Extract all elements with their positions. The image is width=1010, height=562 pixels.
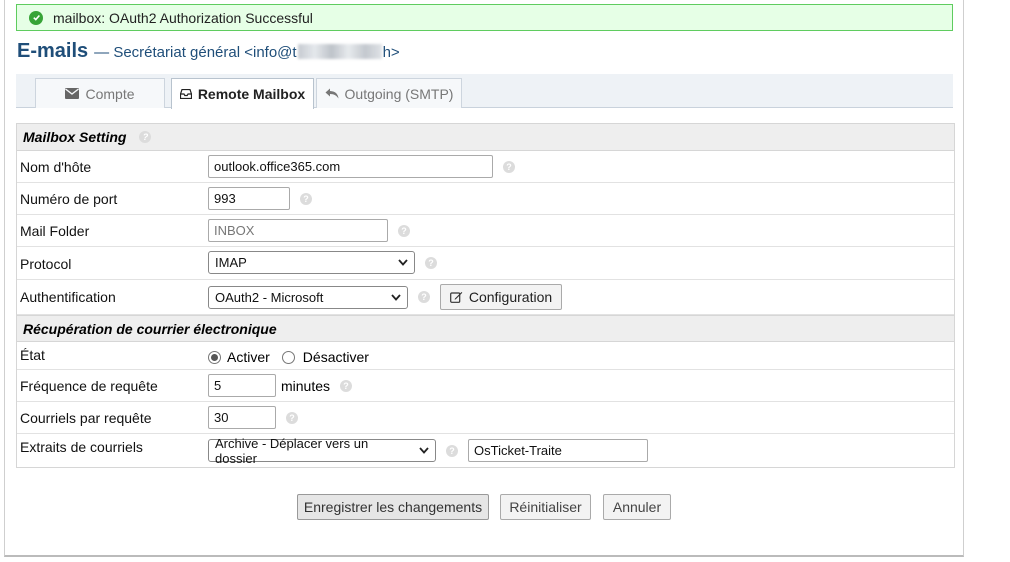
authentication-value: OAuth2 - Microsoft xyxy=(215,289,324,305)
cancel-button[interactable]: Annuler xyxy=(603,494,671,520)
tab-outgoing-smtp[interactable]: Outgoing (SMTP) xyxy=(316,78,462,108)
row-port: Numéro de port 993 ? xyxy=(17,183,954,215)
chevron-down-icon xyxy=(419,447,429,454)
help-icon[interactable]: ? xyxy=(286,411,298,424)
row-per-fetch: Courriels par requête 30 ? xyxy=(17,402,954,434)
section-fetch-title: Récupération de courrier électronique xyxy=(23,320,277,337)
edit-icon xyxy=(449,291,463,303)
help-icon[interactable]: ? xyxy=(300,192,312,205)
subtitle-prefix: — Secrétariat général <info@t xyxy=(94,44,297,61)
protocol-value: IMAP xyxy=(215,255,247,270)
protocol-select[interactable]: IMAP xyxy=(208,251,415,274)
check-circle-icon xyxy=(29,10,43,25)
section-mailbox-setting: Mailbox Setting ? xyxy=(17,124,954,151)
tab-remote-mailbox-label: Remote Mailbox xyxy=(197,86,306,102)
reply-icon xyxy=(325,88,339,99)
help-icon[interactable]: ? xyxy=(398,224,410,237)
help-icon[interactable]: ? xyxy=(340,379,353,392)
status-enable-label[interactable]: Activer xyxy=(227,349,270,365)
row-protocol: Protocol IMAP ? xyxy=(17,247,954,280)
row-authentication: Authentification OAuth2 - Microsoft ? Co… xyxy=(17,280,954,315)
frequency-input[interactable]: 5 xyxy=(208,374,276,397)
status-label: État xyxy=(20,347,45,363)
section-mailbox-title: Mailbox Setting xyxy=(23,129,127,145)
tab-outgoing-smtp-label: Outgoing (SMTP) xyxy=(344,85,454,102)
per-fetch-input[interactable]: 30 xyxy=(208,406,276,429)
status-enable-radio[interactable] xyxy=(208,350,221,364)
section-fetch: Récupération de courrier électronique xyxy=(17,315,954,342)
notice-text: mailbox: OAuth2 Authorization Successful xyxy=(53,9,313,26)
chevron-down-icon xyxy=(391,293,401,301)
row-hostname: Nom d'hôte outlook.office365.com ? xyxy=(17,151,954,183)
frequency-unit: minutes xyxy=(281,377,331,394)
frequency-label: Fréquence de requête xyxy=(20,378,158,394)
authentication-select[interactable]: OAuth2 - Microsoft xyxy=(208,285,408,309)
tab-remote-mailbox[interactable]: Remote Mailbox xyxy=(171,78,314,109)
page-title: E-mails — Secrétariat général <info@t h> xyxy=(17,40,400,66)
help-icon[interactable]: ? xyxy=(139,131,152,143)
redacted-email xyxy=(297,44,382,59)
subtitle-suffix: h> xyxy=(382,44,400,61)
tab-bar: Compte Remote Mailbox Outgoing (SMTP) xyxy=(16,74,953,109)
port-input[interactable]: 993 xyxy=(208,187,290,210)
protocol-label: Protocol xyxy=(20,256,72,272)
row-status: État Activer Désactiver xyxy=(17,342,954,370)
row-archive: Extraits de courriels Archive - Déplacer… xyxy=(17,434,954,467)
tab-compte-label: Compte xyxy=(85,85,135,102)
help-icon[interactable]: ? xyxy=(503,160,515,173)
configuration-button-label: Configuration xyxy=(468,289,553,305)
row-frequency: Fréquence de requête 5 minutes ? xyxy=(17,370,954,402)
page-title-subtitle: — Secrétariat général <info@t h> xyxy=(94,44,400,61)
per-fetch-label: Courriels par requête xyxy=(20,410,152,426)
hostname-label: Nom d'hôte xyxy=(20,159,92,175)
mail-folder-label: Mail Folder xyxy=(20,223,90,239)
archive-label: Extraits de courriels xyxy=(20,439,143,455)
chevron-down-icon xyxy=(398,259,408,266)
authentication-label: Authentification xyxy=(20,289,116,305)
save-button[interactable]: Enregistrer les changements xyxy=(297,494,489,520)
hostname-input[interactable]: outlook.office365.com xyxy=(208,155,493,178)
status-disable-label[interactable]: Désactiver xyxy=(303,349,369,365)
archive-select[interactable]: Archive - Déplacer vers un dossier xyxy=(208,436,436,466)
mail-folder-input[interactable]: INBOX xyxy=(208,219,388,242)
status-disable-radio[interactable] xyxy=(281,350,295,364)
page-title-main: E-mails xyxy=(17,40,89,62)
inbox-icon xyxy=(179,89,192,99)
success-notice: mailbox: OAuth2 Authorization Successful xyxy=(16,4,953,31)
tab-compte[interactable]: Compte xyxy=(35,78,165,108)
configuration-button[interactable]: Configuration xyxy=(440,284,562,310)
settings-form: Mailbox Setting ? Nom d'hôte outlook.off… xyxy=(16,123,955,468)
row-mail-folder: Mail Folder INBOX ? xyxy=(17,215,954,247)
form-actions: Enregistrer les changements Réinitialise… xyxy=(0,494,960,521)
port-label: Numéro de port xyxy=(20,191,118,207)
archive-value: Archive - Déplacer vers un dossier xyxy=(215,435,369,466)
help-icon[interactable]: ? xyxy=(425,256,437,269)
archive-folder-input[interactable]: OsTicket-Traite xyxy=(468,439,648,462)
reset-button[interactable]: Réinitialiser xyxy=(500,494,591,520)
envelope-icon xyxy=(65,88,80,99)
help-icon[interactable]: ? xyxy=(418,291,430,303)
help-icon[interactable]: ? xyxy=(446,444,458,457)
